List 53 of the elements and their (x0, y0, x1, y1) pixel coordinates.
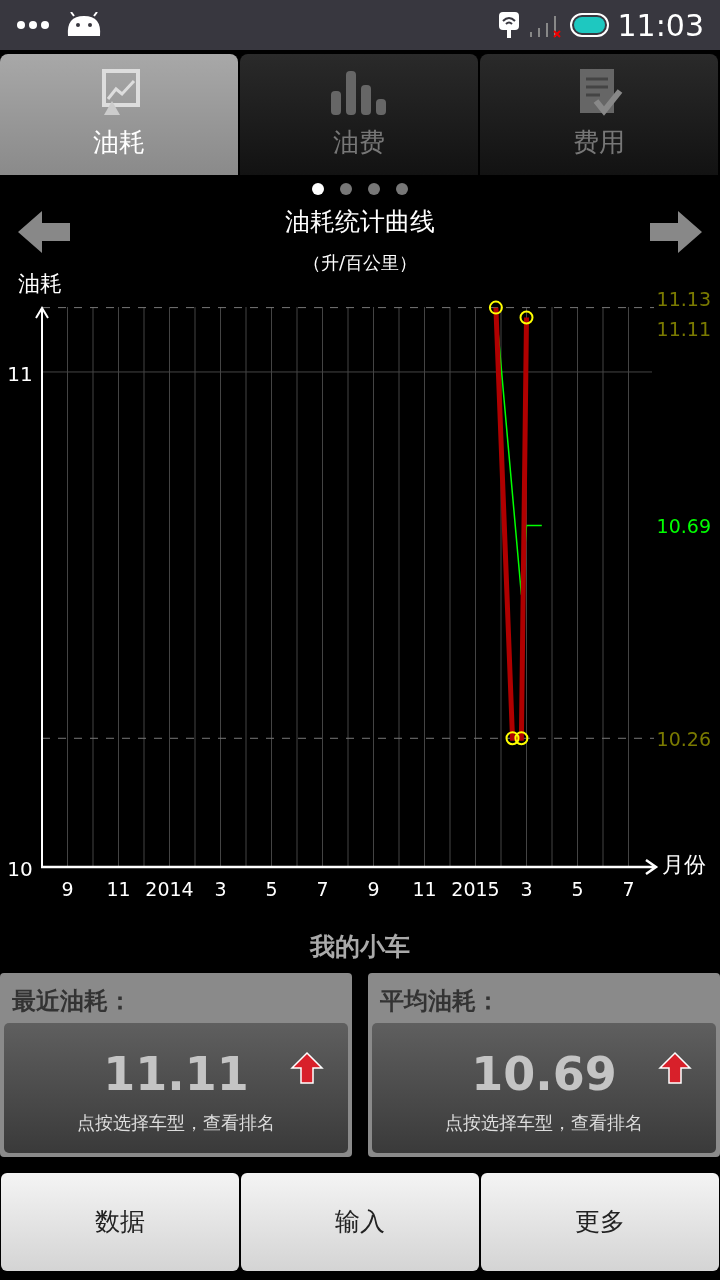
x-tick-label: 11 (412, 877, 437, 900)
page-dot[interactable] (312, 183, 324, 195)
value-label: 10.69 (656, 514, 711, 537)
x-tick-label: 3 (214, 877, 227, 900)
x-tick-label: 2015 (451, 877, 500, 900)
y-axis-title: 油耗 (18, 271, 62, 296)
value-label: 11.13 (656, 287, 711, 310)
x-tick-label: 5 (571, 877, 584, 900)
wifi-usb-icon (497, 12, 520, 38)
toolbar-button[interactable]: 更多 (481, 1173, 719, 1271)
x-tick-label: 7 (622, 877, 635, 900)
android-icon (66, 12, 102, 38)
x-tick-label: 2014 (145, 877, 194, 900)
stat-value: 10.69 (471, 1046, 617, 1103)
chart-title: 油耗统计曲线 (285, 206, 435, 238)
tab[interactable]: 油费 (240, 54, 478, 175)
page-dot[interactable] (368, 183, 380, 195)
y-tick-label: 10 (7, 856, 33, 881)
stat-value: 11.11 (103, 1046, 249, 1103)
x-tick-label: 11 (106, 877, 131, 900)
page-dot[interactable] (340, 183, 352, 195)
chart-subtitle: （升/百公里） (302, 250, 418, 275)
x-tick-label: 3 (520, 877, 533, 900)
x-tick-label: 7 (316, 877, 329, 900)
more-icon (16, 20, 50, 30)
tab[interactable]: 费用 (480, 54, 718, 175)
toolbar-button[interactable]: 输入 (241, 1173, 479, 1271)
right-arrow-icon[interactable] (648, 209, 704, 255)
ranking-button[interactable]: 11.11 点按选择车型，查看排名 (4, 1023, 348, 1153)
hint-text: 点按选择车型，查看排名 (445, 1111, 643, 1135)
car-name: 我的小车 (310, 931, 410, 961)
data-point (488, 300, 503, 315)
x-tick-label: 9 (367, 877, 380, 900)
x-tick-label: 9 (61, 877, 74, 900)
up-arrow-icon (658, 1051, 692, 1085)
data-point (505, 730, 520, 745)
x-axis-title: 月份 (662, 851, 706, 877)
toolbar-button[interactable]: 数据 (1, 1173, 239, 1271)
panel-title: 平均油耗： (380, 986, 500, 1017)
panel-title: 最近油耗： (12, 986, 132, 1017)
value-label: 10.26 (656, 727, 711, 750)
page-dot[interactable] (396, 183, 408, 195)
status-time: 11:03 (617, 6, 704, 45)
value-label: 11.11 (656, 317, 711, 339)
y-tick-label: 11 (7, 361, 33, 386)
x-tick-label: 5 (265, 877, 278, 900)
up-arrow-icon (290, 1051, 324, 1085)
data-point (519, 310, 534, 324)
left-arrow-icon[interactable] (16, 209, 72, 255)
ranking-button[interactable]: 10.69 点按选择车型，查看排名 (372, 1023, 716, 1153)
battery-icon (569, 12, 610, 38)
data-point (514, 730, 529, 745)
hint-text: 点按选择车型，查看排名 (77, 1111, 275, 1135)
